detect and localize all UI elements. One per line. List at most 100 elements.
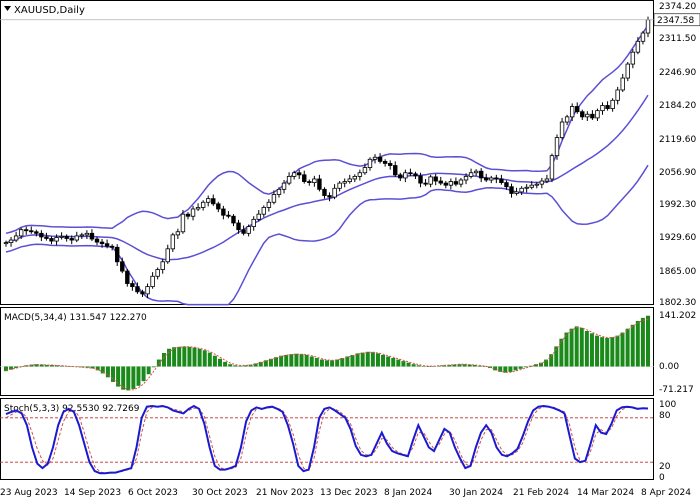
- candle-body: [524, 186, 529, 189]
- candle-body: [150, 275, 155, 288]
- candle-body: [600, 105, 605, 112]
- candle-body: [211, 198, 216, 205]
- candle-body: [291, 172, 297, 177]
- macd-bar: [620, 332, 625, 367]
- price-tick: 1802.30: [659, 298, 696, 308]
- macd-bar: [151, 366, 156, 368]
- candle-body: [69, 238, 74, 241]
- candle-body: [140, 291, 145, 295]
- candle-body: [3, 242, 9, 245]
- stoch-tick: 100: [659, 400, 676, 410]
- candle-body: [463, 175, 469, 181]
- current-price-label: 2347.58: [657, 16, 694, 26]
- candle-body: [413, 173, 418, 177]
- candle-body: [165, 248, 170, 263]
- price-tick: 2056.90: [659, 168, 696, 178]
- macd-bar: [131, 366, 136, 389]
- candle-body: [34, 231, 39, 234]
- macd-bar: [314, 358, 319, 367]
- macd-bar: [589, 333, 594, 367]
- candle-body: [160, 261, 165, 270]
- candle-body: [539, 180, 545, 185]
- candle-body: [18, 229, 24, 237]
- macd-bar: [309, 356, 314, 367]
- candle-body: [473, 170, 479, 174]
- macd-bar: [401, 361, 406, 367]
- candle-body: [89, 232, 95, 240]
- macd-bar: [640, 317, 645, 367]
- candle-body: [286, 175, 292, 184]
- candle-body: [625, 63, 630, 79]
- macd-bar: [172, 347, 177, 367]
- candle-body: [49, 238, 54, 242]
- macd-bar: [355, 353, 360, 367]
- macd-bar: [126, 366, 131, 391]
- candle-body: [453, 181, 459, 185]
- candle-body: [403, 172, 408, 179]
- candle-body: [398, 174, 403, 179]
- price-chart[interactable]: XAUUSD,Daily 2374.20 2311.50 2246.90 218…: [0, 0, 700, 500]
- candle-body: [575, 106, 580, 113]
- macd-bar: [518, 366, 523, 369]
- macd-bar: [335, 359, 340, 367]
- candle-body: [564, 116, 570, 123]
- candle-body: [84, 232, 90, 236]
- candle-body: [155, 269, 160, 277]
- macd-bar: [325, 360, 329, 367]
- symbol-header[interactable]: XAUUSD,Daily: [4, 5, 85, 16]
- candle-body: [79, 234, 85, 237]
- macd-bar: [360, 352, 365, 367]
- candle-body: [387, 163, 393, 166]
- price-axis: 2374.20 2311.50 2246.90 2184.20 2119.60 …: [659, 2, 696, 308]
- candle-body: [620, 77, 625, 91]
- macd-bar: [167, 348, 172, 367]
- stoch-tick: 20: [659, 462, 671, 472]
- macd-bar: [381, 354, 386, 367]
- macd-bar: [330, 360, 335, 367]
- candle-body: [29, 230, 34, 233]
- macd-bar: [207, 352, 212, 367]
- macd-bar: [615, 335, 620, 367]
- macd-bar: [233, 365, 238, 367]
- price-tick: 1992.30: [659, 200, 696, 210]
- stoch-label: Stoch(5,3,3) 92.5530 92.7269: [4, 404, 140, 414]
- price-tick: 2184.20: [659, 101, 696, 111]
- macd-bar: [411, 364, 416, 367]
- candle-body: [443, 182, 448, 186]
- candle-body: [499, 178, 504, 183]
- candle-body: [367, 158, 373, 168]
- candle-body: [276, 188, 282, 195]
- candle-body: [130, 283, 135, 288]
- macd-bar: [350, 354, 355, 367]
- candle-body: [206, 198, 211, 203]
- macd-bar: [319, 359, 324, 367]
- candle-body: [554, 137, 560, 157]
- candle-body: [236, 222, 241, 231]
- macd-bar: [279, 355, 284, 367]
- candle-body: [423, 182, 428, 185]
- date-label: 21 Nov 2023: [256, 488, 314, 498]
- price-tick: 2119.60: [659, 135, 696, 145]
- macd-bar: [646, 315, 650, 367]
- candle-body: [448, 181, 454, 186]
- macd-bar: [121, 366, 126, 390]
- candle-body: [332, 187, 337, 198]
- candle-body: [241, 229, 246, 234]
- candle-body: [549, 155, 555, 180]
- candle-body: [595, 110, 600, 119]
- candle-body: [13, 235, 19, 241]
- candle-body: [120, 261, 125, 272]
- candle-body: [605, 105, 610, 109]
- price-tick: 2246.90: [659, 68, 696, 78]
- macd-bar: [299, 354, 304, 367]
- macd-tick: -71.217: [659, 385, 694, 395]
- candle-body: [180, 213, 186, 233]
- candle-body: [322, 188, 327, 196]
- candle-body: [382, 160, 388, 164]
- macd-bar: [284, 354, 289, 367]
- candle-body: [115, 246, 120, 263]
- candle-body: [271, 194, 277, 203]
- macd-bar: [559, 338, 564, 367]
- macd-bar: [192, 347, 197, 367]
- macd-bar: [370, 352, 375, 367]
